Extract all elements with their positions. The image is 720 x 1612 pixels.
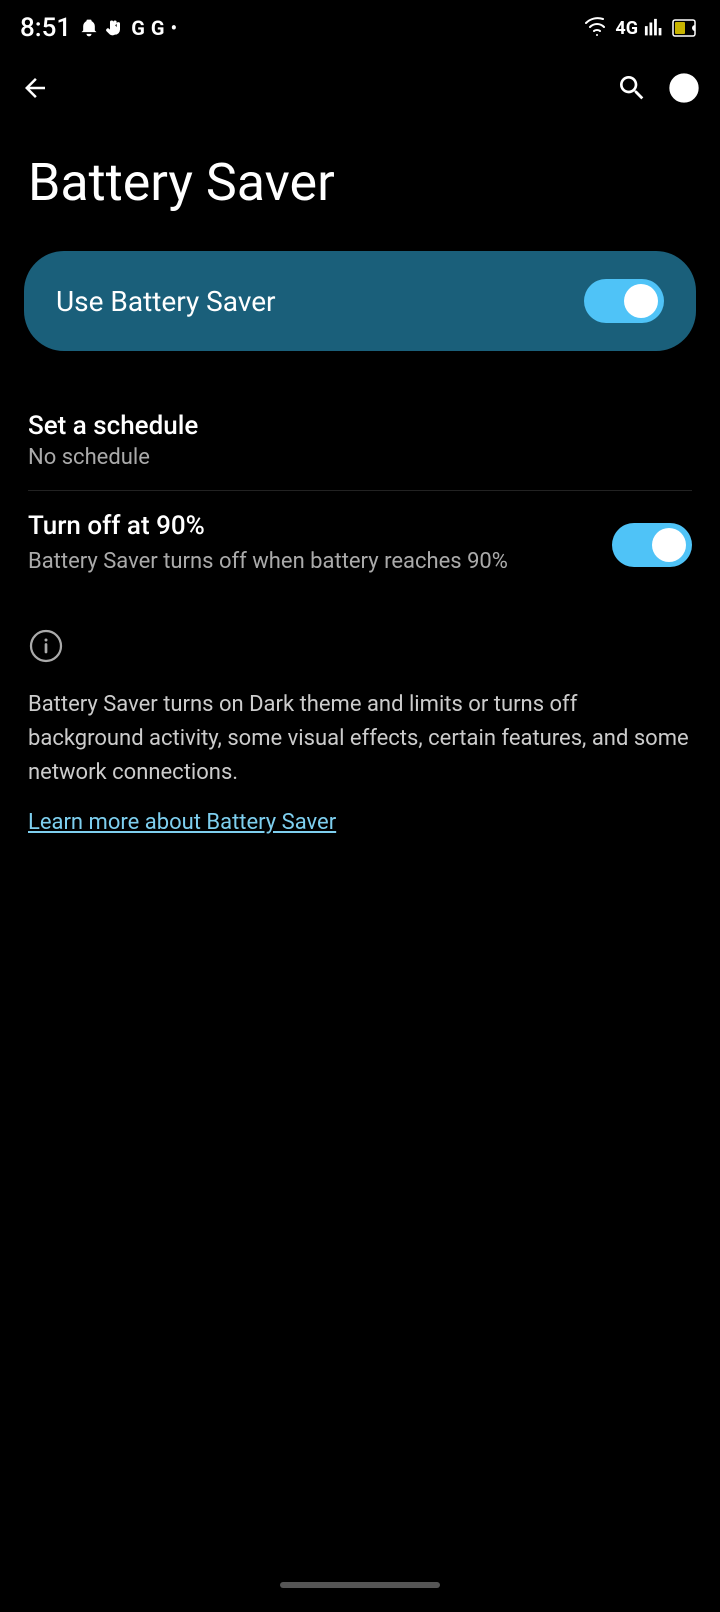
home-indicator <box>280 1582 440 1588</box>
info-body-text: Battery Saver turns on Dark theme and li… <box>28 688 692 790</box>
turn-off-at-90-title: Turn off at 90% <box>28 511 592 541</box>
use-battery-saver-toggle[interactable] <box>584 279 664 323</box>
use-battery-saver-label: Use Battery Saver <box>56 285 276 318</box>
turn-off-at-90-item[interactable]: Turn off at 90% Battery Saver turns off … <box>28 491 692 598</box>
4g-icon: 4G <box>615 18 638 39</box>
help-button[interactable] <box>668 72 700 104</box>
status-icons: G G • <box>79 16 177 40</box>
status-bar: 8:51 G G • 4G <box>0 0 720 52</box>
hand-icon <box>105 18 125 38</box>
settings-list: Set a schedule No schedule Turn off at 9… <box>0 391 720 598</box>
signal-icon <box>644 17 666 39</box>
turn-off-at-90-toggle[interactable] <box>612 523 692 567</box>
nav-bar <box>0 52 720 124</box>
status-right: 4G <box>585 16 700 40</box>
toggle-track <box>584 279 664 323</box>
info-icon-wrapper <box>28 628 692 668</box>
learn-more-link[interactable]: Learn more about Battery Saver <box>28 810 336 835</box>
wifi-icon <box>585 16 609 40</box>
dot-icon: • <box>170 16 177 40</box>
set-schedule-title: Set a schedule <box>28 411 692 441</box>
info-section: Battery Saver turns on Dark theme and li… <box>0 598 720 855</box>
turn-off-toggle-track <box>612 523 692 567</box>
set-schedule-item[interactable]: Set a schedule No schedule <box>28 391 692 490</box>
g-icon-2: G <box>151 16 165 40</box>
search-icon <box>616 72 648 104</box>
help-icon <box>668 72 700 104</box>
set-schedule-subtitle: No schedule <box>28 445 692 470</box>
status-left: 8:51 G G • <box>20 13 177 43</box>
search-button[interactable] <box>616 72 648 104</box>
status-time: 8:51 <box>20 13 71 43</box>
turn-off-at-90-desc: Battery Saver turns off when battery rea… <box>28 547 592 578</box>
page-title: Battery Saver <box>0 124 720 251</box>
back-arrow-icon <box>20 73 50 103</box>
nav-actions <box>616 72 700 104</box>
battery-icon <box>672 17 700 39</box>
notification-icon <box>79 18 99 38</box>
toggle-thumb <box>624 284 658 318</box>
turn-off-toggle-thumb <box>652 528 686 562</box>
g-icon-1: G <box>131 16 145 40</box>
use-battery-saver-card[interactable]: Use Battery Saver <box>24 251 696 351</box>
back-button[interactable] <box>20 73 50 103</box>
turn-off-at-90-text: Turn off at 90% Battery Saver turns off … <box>28 511 612 578</box>
info-circle-icon <box>28 628 64 664</box>
